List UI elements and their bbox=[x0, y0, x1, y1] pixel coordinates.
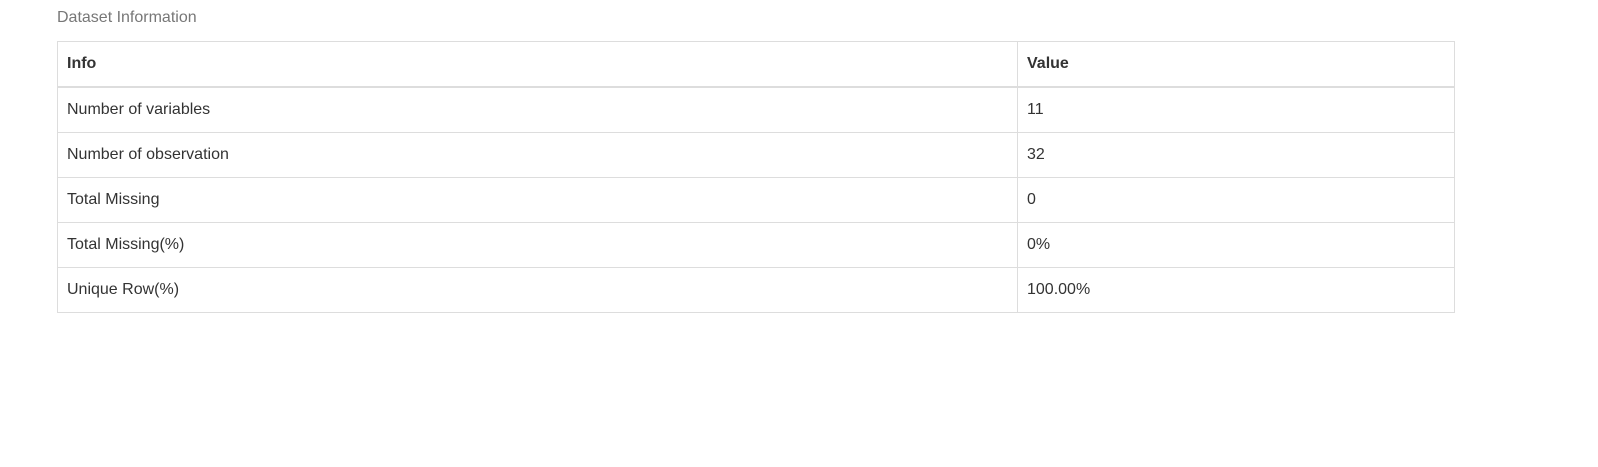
table-header-row: Info Value bbox=[57, 41, 1455, 88]
row-value-cell: 0 bbox=[1017, 177, 1455, 223]
column-header-value: Value bbox=[1017, 41, 1455, 88]
row-value-cell: 100.00% bbox=[1017, 267, 1455, 313]
column-header-info: Info bbox=[57, 41, 1018, 88]
table-row: Total Missing 0 bbox=[57, 177, 1455, 223]
row-info-cell: Number of variables bbox=[57, 86, 1018, 133]
table-row: Total Missing(%) 0% bbox=[57, 222, 1455, 268]
row-value-cell: 32 bbox=[1017, 132, 1455, 178]
row-value-cell: 11 bbox=[1017, 86, 1455, 133]
row-info-cell: Unique Row(%) bbox=[57, 267, 1018, 313]
row-info-cell: Total Missing bbox=[57, 177, 1018, 223]
dataset-info-table: Info Value Number of variables 11 Number… bbox=[57, 41, 1455, 313]
row-value-cell: 0% bbox=[1017, 222, 1455, 268]
row-info-cell: Total Missing(%) bbox=[57, 222, 1018, 268]
table-row: Unique Row(%) 100.00% bbox=[57, 267, 1455, 313]
row-info-cell: Number of observation bbox=[57, 132, 1018, 178]
table-row: Number of observation 32 bbox=[57, 132, 1455, 178]
table-row: Number of variables 11 bbox=[57, 86, 1455, 133]
table-caption: Dataset Information bbox=[57, 9, 197, 26]
